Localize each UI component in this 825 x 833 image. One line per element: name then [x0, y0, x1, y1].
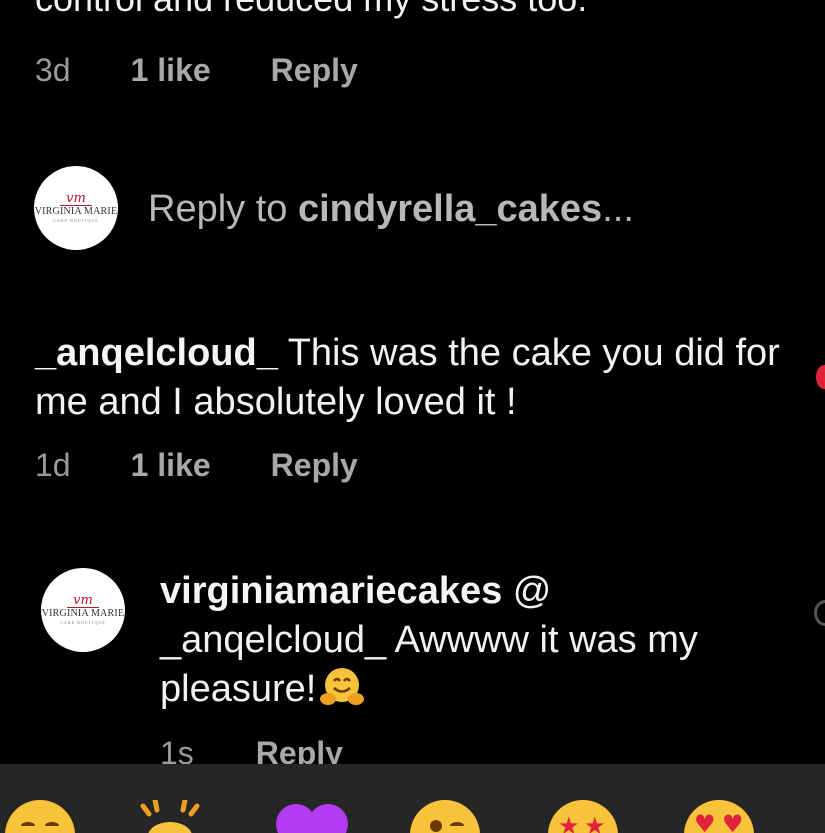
likes-count-button[interactable]: 1 like [131, 52, 211, 89]
reply-target-user: cindyrella_cakes [297, 188, 603, 230]
comment-text: _anqelcloud_ Awwww it was my pleasure! [160, 619, 698, 710]
avatar-monogram: vm [67, 594, 99, 608]
comment-time: 1d [35, 447, 71, 483]
avatar[interactable]: vm VIRGINIA MARIE CAKE BOUTIQUE [34, 166, 118, 250]
clapping-hands-icon[interactable] [135, 797, 205, 833]
hugging-face-icon [320, 667, 365, 707]
avatar-brand: VIRGINIA MARIE [41, 607, 125, 619]
reply-button[interactable]: Reply [271, 447, 358, 484]
like-heart-outline-icon[interactable] [814, 600, 825, 626]
reply-prefix: Reply to [148, 188, 298, 230]
like-heart-icon[interactable] [816, 365, 825, 389]
comment-meta: 1d 1 like Reply [35, 447, 358, 484]
previous-comment-text: control and reduced my stress too. [35, 0, 587, 20]
previous-comment-meta: 3d 1 like Reply [35, 52, 358, 89]
comment-username[interactable]: virginiamariecakes [160, 570, 502, 612]
emoji-reaction-bar: ★ ★ ♥ ♥ [0, 764, 825, 833]
avatar-monogram: vm [60, 192, 92, 206]
comment-time: 3d [35, 52, 71, 88]
avatar[interactable]: vm VIRGINIA MARIE CAKE BOUTIQUE [41, 568, 125, 652]
comment-username[interactable]: _anqelcloud_ [35, 332, 278, 374]
reply-button[interactable]: Reply [271, 52, 358, 89]
avatar-tagline: CAKE BOUTIQUE [60, 619, 106, 625]
avatar-brand: VIRGINIA MARIE [34, 205, 118, 217]
mention-at: @ [502, 570, 552, 612]
comment-body: _anqelcloud_ This was the cake you did f… [35, 329, 805, 427]
reply-input[interactable]: Reply to cindyrella_cakes... [148, 188, 634, 231]
star-struck-icon[interactable]: ★ ★ [548, 800, 618, 833]
likes-count-button[interactable]: 1 like [131, 447, 211, 484]
reply-ellipsis: ... [602, 188, 634, 230]
smiling-face-icon[interactable] [5, 800, 75, 833]
heart-eyes-icon[interactable]: ♥ ♥ [684, 800, 754, 833]
reply-comment-body: virginiamariecakes @ _anqelcloud_ Awwww … [160, 567, 800, 714]
purple-heart-icon[interactable] [272, 800, 352, 833]
comments-screen: control and reduced my stress too. 3d 1 … [0, 0, 825, 833]
avatar-tagline: CAKE BOUTIQUE [53, 217, 99, 223]
winking-face-icon[interactable] [410, 800, 480, 833]
